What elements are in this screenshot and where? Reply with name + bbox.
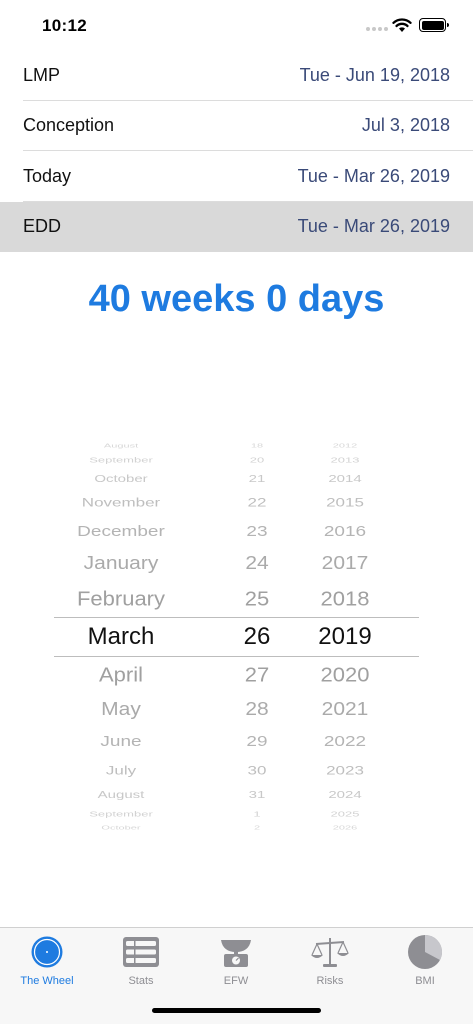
tab-stats[interactable]: Stats [94,934,188,994]
tab-label: Risks [316,975,344,987]
picker-year-label: 2016 [323,523,367,540]
row-lmp[interactable]: LMP Tue - Jun 19, 2018 [0,50,473,101]
picker-month-label: July [105,763,137,778]
wifi-icon [392,18,412,32]
picker-year-label: 2014 [328,473,362,485]
picker-day-label: 28 [245,699,269,720]
tab-label: BMI [415,975,435,987]
picker-day-label: 31 [248,789,266,801]
picker-month-label: January [83,553,159,574]
picker-year-label: 2018 [320,586,370,611]
tab-label: Stats [128,975,154,987]
row-conception[interactable]: Conception Jul 3, 2018 [0,101,473,152]
row-label: LMP [23,64,61,85]
picker-year-label: 2015 [326,495,364,510]
picker-day-label: 1 [253,809,261,819]
picker-month-label: December [77,523,165,540]
tab-label: The Wheel [20,975,74,987]
row-label: EDD [23,216,62,237]
stats-icon [122,934,160,970]
gestational-age: 40 weeks 0 days [88,278,385,320]
tab-label: EFW [223,975,249,987]
picker-month-label: June [100,733,142,750]
picker-month-label: April [98,662,144,687]
picker-day-label: 21 [248,473,266,485]
picker-day-label: 23 [246,523,268,540]
picker-year-label: 2021 [321,699,369,720]
picker-selection-top-line [54,617,419,618]
picker-month-label: February [76,586,166,611]
picker-month-label: October [101,824,141,832]
picker-month-label: August [97,789,145,801]
picker-month-label: August [103,442,139,450]
pie-icon [406,934,444,970]
status-bar: 10:12 [0,0,473,50]
picker-year-label: 2017 [321,553,369,574]
row-edd[interactable]: EDD Tue - Mar 26, 2019 [0,201,473,252]
balance-icon [311,934,349,970]
status-time: 10:12 [42,16,87,35]
picker-day-label: 18 [250,442,264,450]
picker-year-label: 2025 [330,809,360,819]
picker-month-label: September [89,809,153,819]
row-value: Jul 3, 2018 [361,115,450,136]
row-today[interactable]: Today Tue - Mar 26, 2019 [0,151,473,202]
tab-bmi[interactable]: BMI [378,934,472,994]
picker-year-label: 2023 [326,763,364,778]
picker-month-label: September [89,455,153,465]
row-label: Conception [23,115,115,136]
picker-year-label: 2022 [323,733,367,750]
picker-month-label: October [94,473,148,485]
picker-month-label: March [87,623,155,650]
row-value: Tue - Mar 26, 2019 [297,165,450,186]
picker-year-label: 2026 [332,824,358,832]
home-indicator [152,1008,321,1013]
picker-day-label: 20 [249,455,265,465]
tab-the-wheel[interactable]: The Wheel [0,934,94,994]
row-value: Tue - Jun 19, 2018 [299,64,450,85]
picker-day-label: 24 [245,553,269,574]
picker-day-label: 26 [243,623,271,650]
cellular-signal-icon [366,27,388,31]
picker-day-label: 2 [253,824,261,832]
picker-day-label: 22 [247,495,267,510]
picker-year-label: 2020 [320,662,370,687]
picker-year-label: 2024 [328,789,362,801]
date-list: LMP Tue - Jun 19, 2018 Conception Jul 3,… [0,50,473,252]
picker-selection-bottom-line [54,656,419,657]
tab-efw[interactable]: EFW [189,934,283,994]
picker-year-label: 2012 [332,442,358,450]
picker-month-label: May [101,699,141,720]
picker-year-label: 2013 [330,455,360,465]
tab-risks[interactable]: Risks [283,934,377,994]
picker-month-label: November [81,495,161,510]
wheel-icon [28,934,66,970]
picker-day-label: 30 [247,763,267,778]
scale-icon [217,934,255,970]
date-picker[interactable]: August September October November December Ja… [0,443,473,832]
picker-year-label: 2019 [318,623,372,650]
picker-day-label: 27 [244,662,270,687]
row-value: Tue - Mar 26, 2019 [297,216,450,237]
picker-day-label: 25 [244,586,270,611]
row-label: Today [23,165,72,186]
battery-icon [419,18,449,32]
picker-day-label: 29 [246,733,268,750]
